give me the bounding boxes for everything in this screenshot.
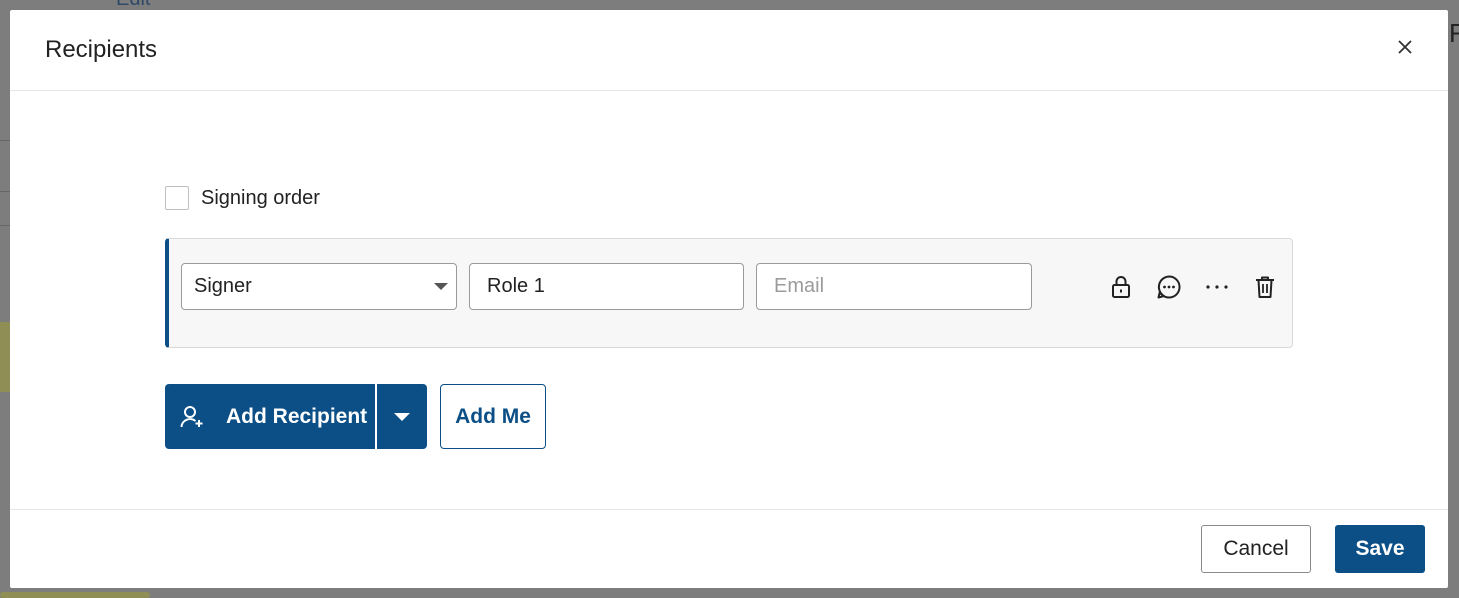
background-text: Fi — [1449, 18, 1459, 48]
signing-order-row: Signing order — [165, 186, 320, 210]
close-button[interactable] — [1394, 36, 1416, 58]
dialog-footer: Cancel Save — [10, 509, 1448, 588]
more-icon — [1206, 285, 1228, 289]
background-divider — [0, 140, 10, 192]
comment-button[interactable] — [1145, 273, 1193, 301]
recipient-type-select[interactable]: Signer — [181, 263, 457, 310]
recipient-card: Signer Role 1 Email — [165, 238, 1293, 348]
delete-recipient-button[interactable] — [1241, 273, 1289, 301]
add-user-icon — [180, 405, 203, 427]
caret-down-icon — [394, 412, 410, 421]
recipient-actions — [1097, 273, 1289, 301]
add-recipient-split-button: Add Recipient — [165, 384, 427, 449]
background-divider — [0, 225, 10, 226]
recipient-email-placeholder: Email — [774, 275, 825, 297]
add-me-button[interactable]: Add Me — [440, 384, 546, 449]
recipient-name-value: Role 1 — [487, 275, 545, 297]
cancel-button[interactable]: Cancel — [1201, 525, 1311, 573]
save-button[interactable]: Save — [1335, 525, 1425, 573]
lock-icon — [1112, 276, 1130, 298]
signing-order-checkbox[interactable] — [165, 186, 189, 210]
lock-button[interactable] — [1097, 273, 1145, 301]
close-icon — [1398, 40, 1412, 54]
dialog-title: Recipients — [45, 36, 158, 63]
recipient-type-value: Signer — [194, 275, 252, 297]
more-options-button[interactable] — [1193, 273, 1241, 301]
trash-icon — [1256, 276, 1274, 298]
add-recipient-button[interactable]: Add Recipient — [165, 384, 375, 449]
recipient-email-input[interactable]: Email — [756, 263, 1032, 310]
background-highlight — [0, 592, 150, 598]
dialog-header: Recipients — [10, 10, 1448, 91]
background-highlight — [0, 322, 10, 392]
recipients-dialog: Recipients Signing order Signer Role 1 E… — [10, 10, 1448, 588]
add-recipient-label: Add Recipient — [226, 404, 368, 428]
recipient-name-input[interactable]: Role 1 — [469, 263, 744, 310]
chevron-down-icon — [434, 283, 448, 290]
add-recipient-dropdown-button[interactable] — [377, 384, 427, 449]
comment-icon — [1157, 275, 1181, 299]
signing-order-label: Signing order — [201, 186, 320, 209]
